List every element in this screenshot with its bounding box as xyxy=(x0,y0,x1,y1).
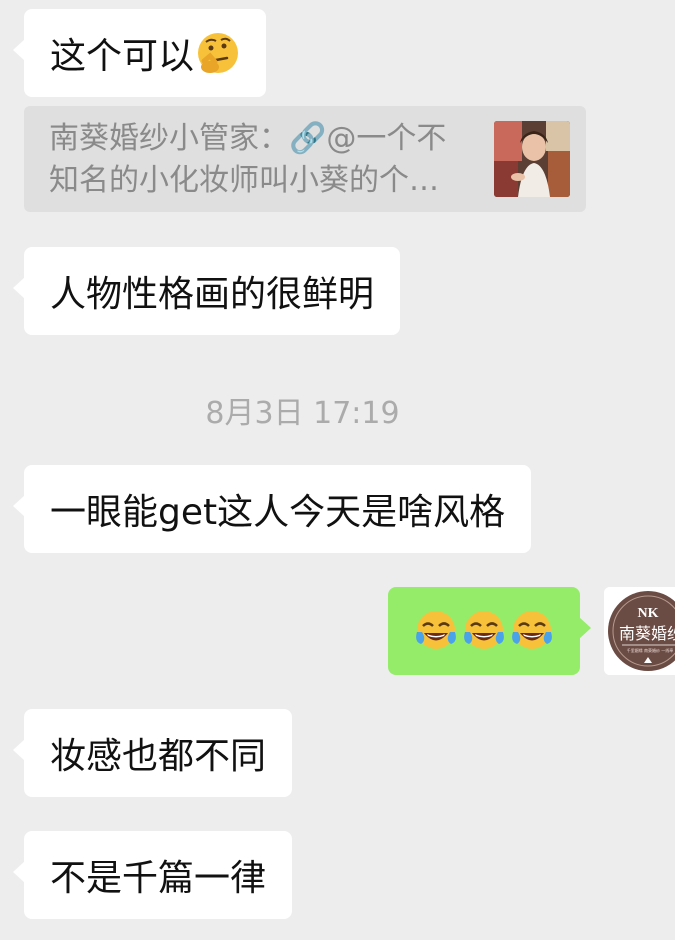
quoted-text-line-1: 南葵婚纱小管家：🔗@一个不 xyxy=(49,121,447,156)
message-bubble-outgoing[interactable] xyxy=(388,587,591,675)
message-bubble-incoming[interactable]: 这个可以 xyxy=(12,9,267,97)
message-bubble-incoming[interactable]: 人物性格画的很鲜明 xyxy=(12,247,401,335)
avatar-logo: NK xyxy=(638,606,659,621)
avatar-tagline: 千里姻缘 南葵婚纱 一线牵 xyxy=(627,647,674,653)
message-text: 人物性格画的很鲜明 xyxy=(50,274,375,315)
quoted-message[interactable]: 南葵婚纱小管家：🔗@一个不 知名的小化妆师叫小葵的个… xyxy=(24,106,586,212)
quoted-thumbnail xyxy=(494,121,570,197)
avatar-brand-name: 南葵婚纱 xyxy=(619,624,675,643)
message-bubble-incoming[interactable]: 一眼能get这人今天是啥风格 xyxy=(12,465,532,553)
tears-of-joy-icon xyxy=(512,611,552,649)
quoted-text: 南葵婚纱小管家：🔗@一个不 知名的小化妆师叫小葵的个… xyxy=(49,118,489,202)
tears-of-joy-icon xyxy=(464,611,504,649)
message-bubble-incoming[interactable]: 不是千篇一律 xyxy=(12,831,293,919)
thinking-face-icon xyxy=(198,33,239,73)
tears-of-joy-icon xyxy=(416,611,456,649)
avatar[interactable]: NK 南葵婚纱 千里姻缘 南葵婚纱 一线牵 xyxy=(604,587,675,675)
message-text: 妆感也都不同 xyxy=(50,736,267,777)
message-bubble-incoming[interactable]: 妆感也都不同 xyxy=(12,709,293,797)
message-text: 一眼能get这人今天是啥风格 xyxy=(50,492,506,533)
quoted-text-line-2: 知名的小化妆师叫小葵的个… xyxy=(49,163,439,198)
chat-timestamp: 8月3日 17:19 xyxy=(205,396,400,431)
message-text: 不是千篇一律 xyxy=(50,858,267,899)
message-text: 这个可以 xyxy=(50,36,195,77)
